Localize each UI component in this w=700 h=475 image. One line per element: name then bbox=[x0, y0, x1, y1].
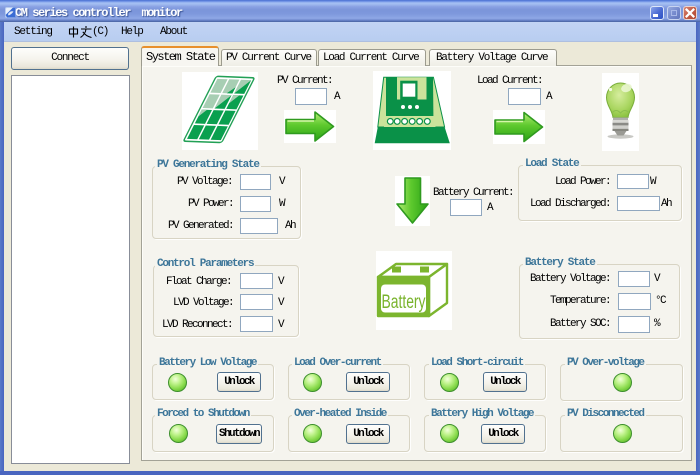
svg-text:Battery: Battery bbox=[382, 292, 426, 313]
